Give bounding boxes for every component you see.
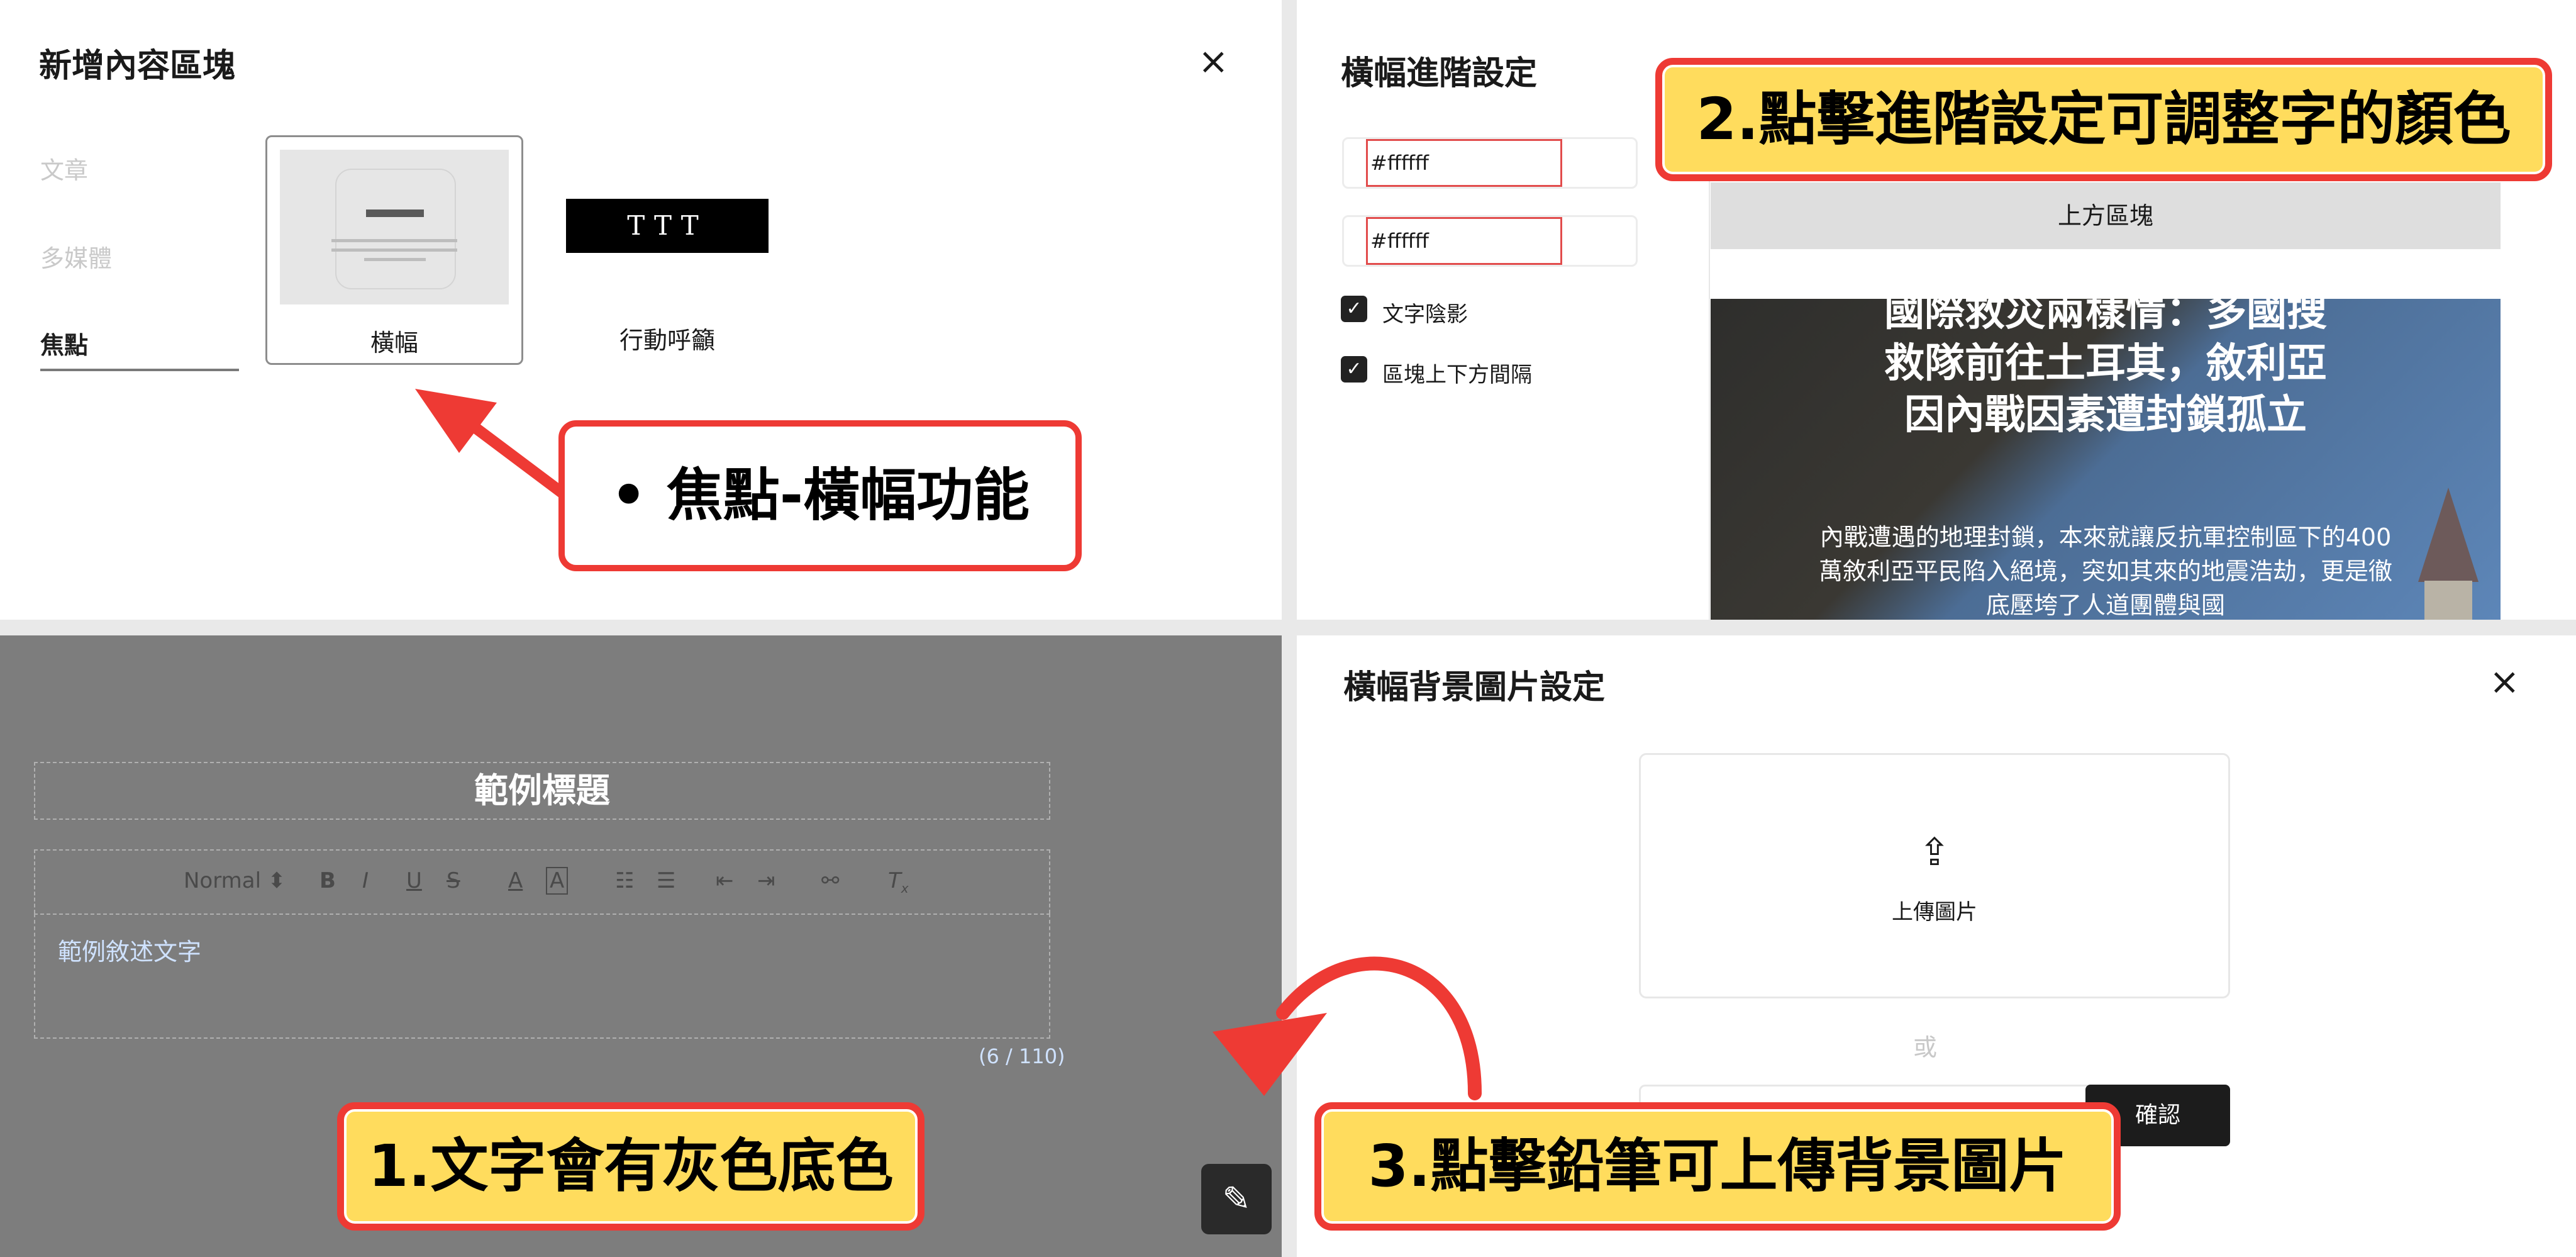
callout-step-1: 1.文字會有灰色底色 xyxy=(337,1102,924,1231)
annotation-arrows xyxy=(415,389,1482,1100)
callout-banner-feature: • 焦點-橫幅功能 xyxy=(558,420,1082,571)
callout-step-2: 2.點擊進階設定可調整字的顏色 xyxy=(1655,58,2552,181)
arrow-to-banner-option xyxy=(415,389,572,501)
arrow-to-pencil-button xyxy=(1213,956,1482,1100)
callout-banner-feature-text: 焦點-橫幅功能 xyxy=(666,462,1030,528)
callout-step-3: 3.點擊鉛筆可上傳背景圖片 xyxy=(1314,1102,2121,1231)
bullet-icon: • xyxy=(610,462,647,528)
